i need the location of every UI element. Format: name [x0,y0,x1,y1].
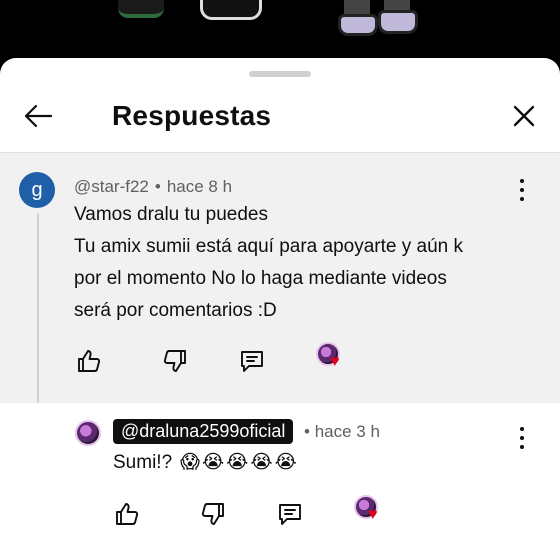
comment-line: por el momento No lo haga mediante video… [74,268,447,289]
close-icon [513,105,535,127]
comment-line: será por comentarios :D [74,300,277,321]
reply-icon [241,351,263,372]
close-button[interactable] [504,96,544,136]
back-button[interactable] [18,96,58,136]
reply-body: Sumi!? 😱 😭 😭 😭 😭 [113,452,297,474]
meta-separator: • [154,177,161,196]
emoji-crying: 😭 [201,452,225,473]
emoji-crying: 😭 [226,452,249,473]
creator-heart-icon: ♥ [354,495,384,525]
avatar[interactable]: g [19,172,55,208]
comment-body: Vamos dralu tu puedes Tu amix sumii está… [74,199,534,327]
sheet-header: Respuestas [0,88,560,152]
reply-comment: @draluna2599oficial • hace 3 h Sumi!? 😱 … [0,403,560,560]
reply-text: Sumi!? [113,452,173,473]
like-button[interactable] [112,499,142,529]
comment-time: hace 3 h [314,422,380,441]
video-frame-shoe [200,0,262,20]
avatar[interactable] [75,420,101,446]
video-frame-shoe [338,14,378,36]
comment-time: hace 8 h [166,177,233,196]
emoji-scream: 😱 [180,452,200,473]
thread-connector [37,213,63,423]
kebab-dot [520,179,524,183]
kebab-dot [520,188,524,192]
video-preview [0,0,560,62]
comment-line: Vamos dralu tu puedes [74,204,268,225]
thumbs-down-icon [163,350,186,372]
video-frame-shoe [118,0,164,18]
comment-line: Tu amix sumii está aquí para apoyarte y … [74,236,463,257]
video-frame-shoe [378,10,418,34]
thumbs-down-icon [201,503,224,525]
arrow-left-icon [24,104,53,128]
reply-button[interactable] [237,346,267,376]
more-options-button[interactable] [510,425,534,451]
replies-sheet: Respuestas g @star-f22 • hace 8 h Vamos … [0,58,560,560]
heart-icon: ♥ [368,506,378,523]
reply-button[interactable] [275,499,305,529]
thumbs-up-icon [78,350,101,372]
kebab-dot [520,427,524,431]
heart-icon: ♥ [330,353,340,370]
comment-author[interactable]: @star-f22 [74,177,149,197]
creator-heart-icon: ♥ [316,342,346,372]
dislike-button[interactable] [198,499,228,529]
kebab-dot [520,445,524,449]
emoji-crying: 😭 [250,452,273,473]
comment-meta: • hace 3 h [304,422,380,442]
comment-meta: @star-f22 • hace 8 h [74,177,232,197]
drag-handle[interactable] [249,71,311,77]
like-button[interactable] [74,346,104,376]
emoji-crying: 😭 [274,452,297,473]
reply-icon [279,504,301,525]
thumbs-up-icon [116,503,139,525]
creator-handle-badge[interactable]: @draluna2599oficial [113,419,294,444]
kebab-dot [520,436,524,440]
dislike-button[interactable] [160,346,190,376]
meta-separator: • [304,422,310,441]
page-title: Respuestas [112,100,272,131]
